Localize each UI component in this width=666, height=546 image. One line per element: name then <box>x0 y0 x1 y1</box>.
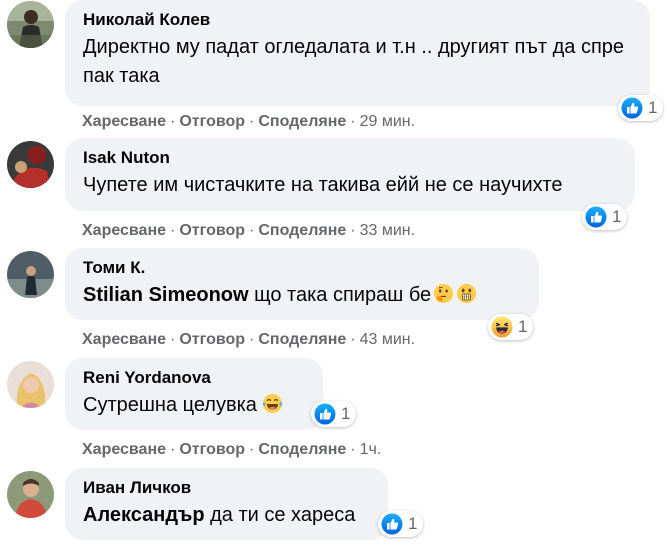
comment-bubble: Николай Колев Директно му падат огледала… <box>65 0 650 106</box>
timestamp[interactable]: 29 мин. <box>360 113 415 130</box>
avatar[interactable] <box>7 1 54 48</box>
avatar[interactable] <box>7 141 54 188</box>
comment-text: Чупете им чистачките на такива ейй не се… <box>83 174 563 196</box>
reaction-badge[interactable]: 1 <box>618 95 664 121</box>
comment-bubble: Reni Yordanova Сутрешна целувка <box>65 358 323 430</box>
comment-text-body: що така спираш бе <box>254 284 432 306</box>
timestamp[interactable]: 1ч. <box>360 441 382 458</box>
mention-link[interactable]: Stilian Simeonow <box>83 284 249 306</box>
author-name[interactable]: Иван Личков <box>83 477 372 499</box>
like-button[interactable]: Харесване <box>82 331 166 348</box>
reaction-badge[interactable]: 1 <box>311 401 357 427</box>
comment-actions: Харесване · Отговор · Споделяне · 29 мин. <box>82 113 416 130</box>
comment-text: Александър да ти се хареса <box>83 501 372 530</box>
share-button[interactable]: Споделяне <box>258 222 346 239</box>
screaming-face-icon <box>456 283 477 304</box>
comment-text: Stilian Simeonow що така спираш бе <box>83 281 523 310</box>
author-name[interactable]: Николай Колев <box>83 9 634 31</box>
timestamp[interactable]: 33 мин. <box>360 222 415 239</box>
reply-button[interactable]: Отговор <box>179 113 245 130</box>
reaction-count: 1 <box>612 207 622 226</box>
comment-actions: Харесване · Отговор · Споделяне · 33 мин. <box>82 222 416 239</box>
share-button[interactable]: Споделяне <box>258 331 346 348</box>
timestamp[interactable]: 43 мин. <box>360 331 415 348</box>
share-button[interactable]: Споделяне <box>258 113 346 130</box>
like-button[interactable]: Харесване <box>82 113 166 130</box>
author-name[interactable]: Isak Nuton <box>83 147 619 169</box>
thinking-face-icon <box>433 283 454 304</box>
reply-button[interactable]: Отговор <box>179 331 245 348</box>
comment-text-body: да ти се хареса <box>210 504 356 526</box>
author-name[interactable]: Reni Yordanova <box>83 367 307 389</box>
like-icon <box>621 97 643 119</box>
reaction-badge[interactable]: 1 <box>378 511 424 537</box>
like-button[interactable]: Харесване <box>82 441 166 458</box>
reaction-badge[interactable]: 1 <box>488 314 534 340</box>
avatar[interactable] <box>7 361 54 408</box>
reaction-count: 1 <box>648 98 658 117</box>
reaction-count: 1 <box>518 317 528 336</box>
reaction-count: 1 <box>408 514 418 533</box>
avatar[interactable] <box>7 251 54 298</box>
share-button[interactable]: Споделяне <box>258 441 346 458</box>
like-button[interactable]: Харесване <box>82 222 166 239</box>
like-icon <box>381 513 403 535</box>
comment-actions: Харесване · Отговор · Споделяне · 43 мин. <box>82 331 416 348</box>
comment-bubble: Isak Nuton Чупете им чистачките на такив… <box>65 138 635 211</box>
reaction-badge[interactable]: 1 <box>582 204 628 230</box>
comment-text: Сутрешна целувка <box>83 391 307 420</box>
comment-bubble: Томи К. Stilian Simeonow що така спираш … <box>65 248 539 320</box>
comment-text: Директно му падат огледалата и т.н .. др… <box>83 36 625 87</box>
laughing-tears-icon <box>262 393 283 414</box>
author-name[interactable]: Томи К. <box>83 257 523 279</box>
mention-link[interactable]: Александър <box>83 504 205 526</box>
like-icon <box>314 403 336 425</box>
comment-thread: Николай Колев Директно му падат огледала… <box>0 0 666 546</box>
comment-text-body: Сутрешна целувка <box>83 394 257 416</box>
haha-icon <box>491 316 513 338</box>
comment-bubble: Иван Личков Александър да ти се хареса <box>65 468 388 540</box>
comment-actions: Харесване · Отговор · Споделяне · 1ч. <box>82 441 382 458</box>
reaction-count: 1 <box>341 404 351 423</box>
reply-button[interactable]: Отговор <box>179 441 245 458</box>
reply-button[interactable]: Отговор <box>179 222 245 239</box>
avatar[interactable] <box>7 471 54 518</box>
like-icon <box>585 206 607 228</box>
